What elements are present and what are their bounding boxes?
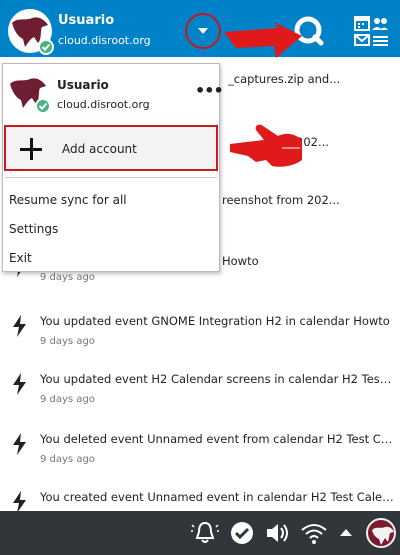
item-title: You updated event H2 Calendar screens in… (40, 372, 395, 386)
item-time: 9 days ago (40, 272, 95, 283)
list-item[interactable]: You deleted event Unnamed event from cal… (0, 427, 400, 485)
calendar-contacts-mail-icon[interactable] (352, 14, 390, 48)
account-menu: Usuario cloud.disroot.org ••• Add accoun… (2, 63, 224, 272)
add-account-label: Add account (62, 142, 137, 156)
list-item[interactable]: You created event Unnamed event in calen… (0, 485, 400, 511)
system-taskbar (0, 511, 400, 555)
activity-bolt-icon (13, 491, 26, 511)
annotation-hand-icon (230, 124, 302, 167)
item-title: _captures.zip and... (228, 72, 341, 86)
resume-sync-menu-item[interactable]: Resume sync for all (9, 193, 127, 207)
account-name: Usuario (58, 13, 115, 28)
exit-menu-item[interactable]: Exit (9, 251, 32, 265)
item-title: You updated event GNOME Integration H2 i… (40, 314, 390, 328)
settings-menu-item[interactable]: Settings (9, 222, 58, 236)
list-item[interactable]: You updated event H2 Calendar screens in… (0, 367, 400, 425)
volume-icon[interactable] (263, 519, 291, 547)
item-time: 9 days ago (40, 336, 95, 347)
menu-account-server: cloud.disroot.org (57, 98, 150, 111)
item-title: Howto (222, 254, 259, 268)
menu-divider (5, 177, 217, 178)
wifi-icon[interactable] (300, 519, 328, 547)
item-title: You created event Unnamed event in calen… (40, 490, 395, 504)
item-title: reenshot from 202... (222, 193, 340, 207)
plus-icon (20, 138, 42, 160)
user-avatar-icon[interactable] (366, 518, 396, 548)
item-time: 9 days ago (40, 394, 95, 405)
activity-bolt-icon (13, 373, 26, 395)
chevron-down-icon (198, 28, 208, 34)
item-time: 9 days ago (40, 454, 95, 465)
list-item[interactable]: You updated event GNOME Integration H2 i… (0, 309, 400, 367)
nextcloud-sync-ok-icon[interactable] (228, 519, 256, 547)
tray-expand-icon[interactable] (340, 529, 352, 536)
more-options-button[interactable]: ••• (195, 81, 224, 100)
menu-account-avatar[interactable] (6, 70, 51, 114)
status-online-icon (38, 39, 54, 55)
item-title: 202... (296, 135, 329, 149)
account-dropdown-button[interactable] (190, 18, 216, 44)
activity-bolt-icon (13, 315, 26, 337)
account-server: cloud.disroot.org (58, 34, 151, 47)
activity-bolt-icon (13, 433, 26, 455)
app-header: Usuario cloud.disroot.org (0, 0, 400, 57)
add-account-button[interactable]: Add account (4, 125, 218, 171)
notifications-icon[interactable] (191, 519, 219, 547)
annotation-arrow-icon (224, 22, 302, 58)
status-online-icon (35, 98, 51, 114)
item-title: You deleted event Unnamed event from cal… (40, 432, 395, 446)
menu-account-name: Usuario (57, 78, 109, 92)
account-avatar[interactable] (8, 9, 54, 55)
